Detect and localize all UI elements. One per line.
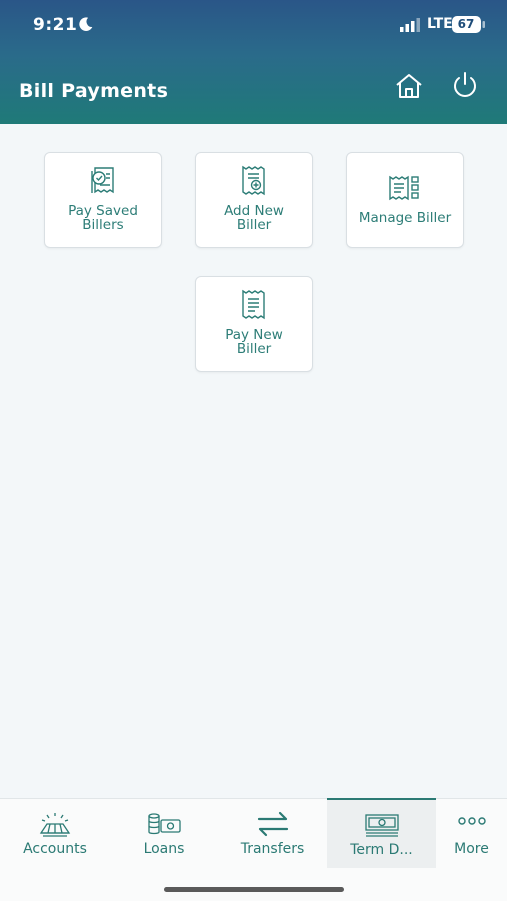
page-title: Bill Payments [19,80,169,102]
tab-more[interactable]: More [436,799,507,867]
pay-saved-billers-tile[interactable]: Pay Saved Billers [44,152,162,248]
home-icon[interactable] [394,72,424,100]
tab-loans[interactable]: Loans [110,799,218,867]
tab-term-deposit[interactable]: Term D... [327,798,436,868]
tile-label-line2: Biller [236,217,272,233]
tab-label: Term D... [350,842,413,858]
more-icon [457,817,486,825]
receipt-check-icon [91,167,114,194]
transfers-icon [257,811,288,837]
term-deposit-icon [364,814,399,837]
status-time: 9:21 [33,15,78,35]
tile-label-line1: Pay New [225,327,283,343]
add-new-biller-tile[interactable]: Add New Biller [195,152,313,248]
network-type: LTE [427,16,453,32]
receipt-add-icon [242,165,265,196]
tile-label-line1: Add New [224,203,284,219]
moon-icon [79,17,93,32]
tab-accounts[interactable]: Accounts [0,799,110,867]
tile-label-line2: Biller [236,341,272,357]
tab-label: Accounts [23,841,87,857]
battery-level: 67 [457,17,475,31]
tab-label: Loans [143,841,185,857]
app-header: 9:21 LTE 67 Bill Payments [0,0,507,124]
bottom-tab-bar: Accounts Loans Transfers Term D... More [0,798,507,901]
tab-label: More [454,841,489,857]
logout-power-icon[interactable] [450,70,480,100]
tile-label: Manage Biller [358,210,452,226]
loans-icon [148,813,181,835]
accounts-icon [39,813,71,837]
receipt-icon [242,289,265,320]
manage-biller-icon [389,175,419,201]
tile-label-line2: Billers [82,217,124,233]
home-indicator [164,887,344,892]
pay-new-biller-tile[interactable]: Pay New Biller [195,276,313,372]
manage-biller-tile[interactable]: Manage Biller [346,152,464,248]
tile-label-line1: Pay Saved [68,203,138,219]
tab-transfers[interactable]: Transfers [218,799,327,867]
tab-label: Transfers [240,841,305,857]
signal-icon [400,18,420,32]
